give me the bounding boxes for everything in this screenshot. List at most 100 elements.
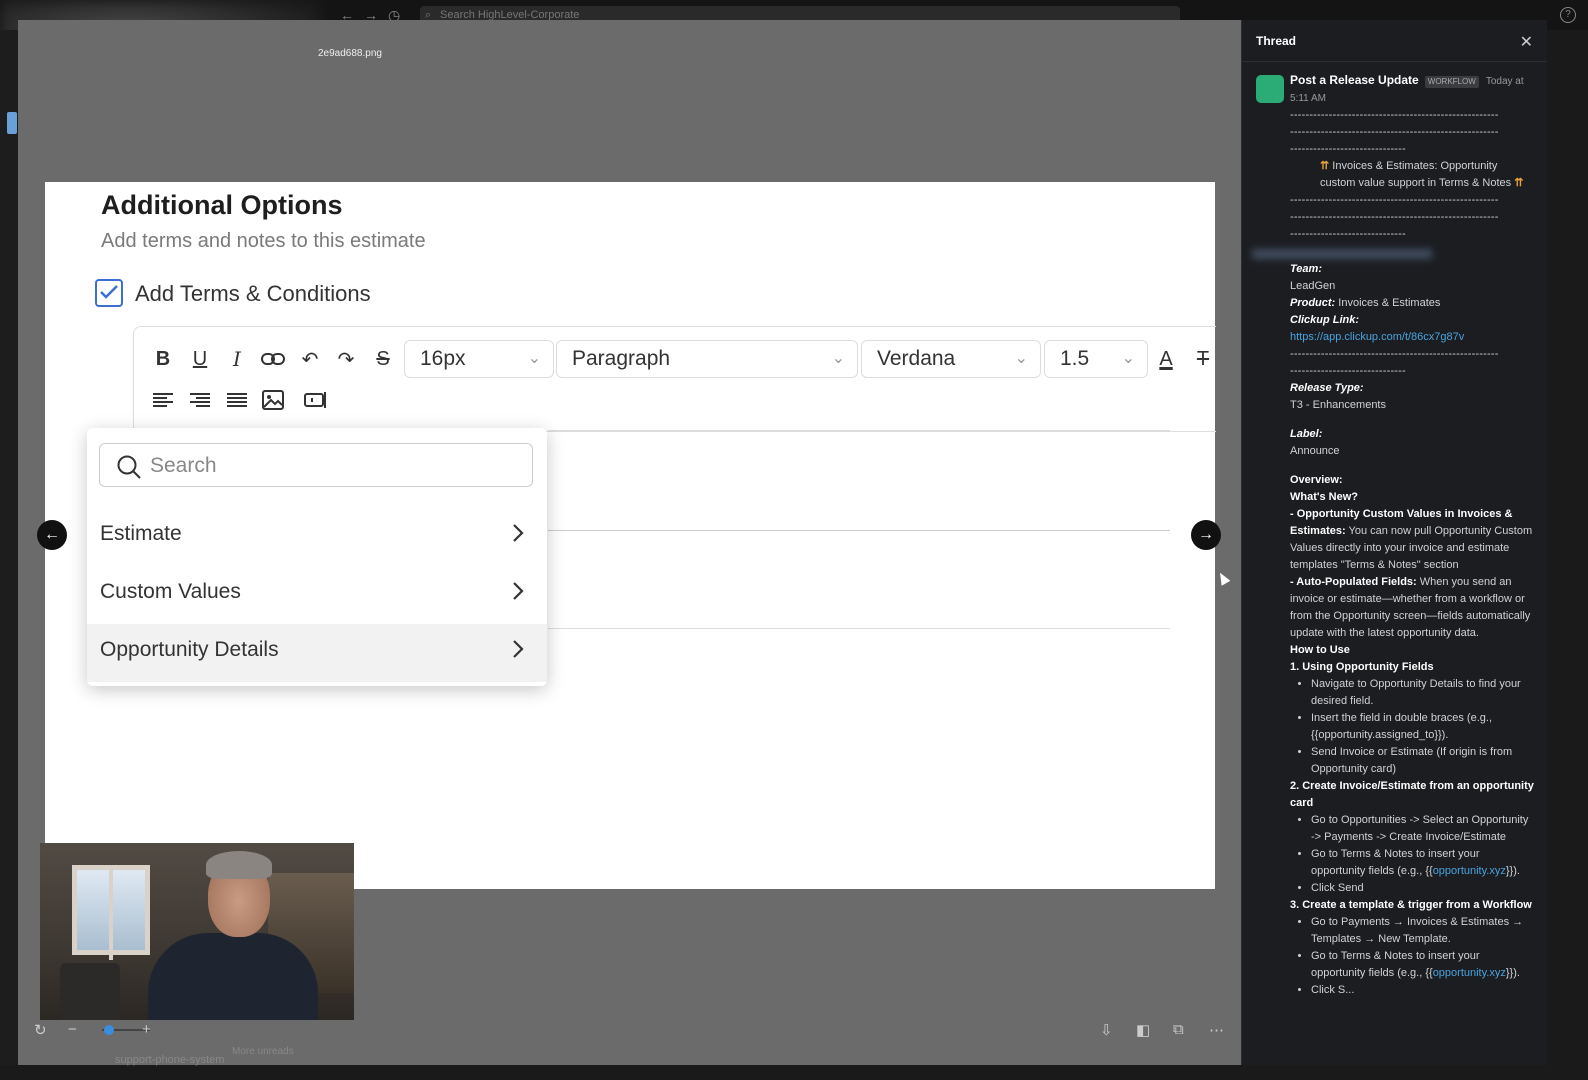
- team-value: LeadGen: [1290, 280, 1336, 292]
- side-panel-icon[interactable]: ◧: [1136, 1021, 1150, 1039]
- separator-line: ------------------------------: [1290, 365, 1406, 377]
- dropdown-item-custom-values[interactable]: Custom Values: [87, 566, 547, 624]
- message-sender[interactable]: Post a Release Update: [1290, 73, 1419, 87]
- help-icon[interactable]: ?: [1560, 7, 1576, 23]
- webcam-window: [72, 865, 150, 960]
- chevron-down-icon: ⌄: [1014, 350, 1028, 367]
- dropdown-item-opportunity-details[interactable]: Opportunity Details: [87, 624, 547, 682]
- text-color-icon[interactable]: A: [1151, 344, 1181, 374]
- redo-icon[interactable]: ↷: [331, 344, 361, 374]
- zoom-out-icon[interactable]: −: [68, 1021, 77, 1038]
- dropdown-search-placeholder: Search: [150, 454, 217, 477]
- font-family-select[interactable]: Verdana ⌄: [861, 340, 1041, 378]
- page-title: Additional Options: [101, 190, 343, 220]
- team-label: Team:: [1290, 263, 1322, 275]
- download-icon[interactable]: ⇩: [1100, 1021, 1113, 1039]
- webcam-overlay: [40, 843, 354, 1020]
- step1-list: Navigate to Opportunity Details to find …: [1290, 676, 1535, 778]
- separator-line: ------------------------------: [1290, 228, 1406, 240]
- underline-icon[interactable]: U: [185, 344, 215, 374]
- dropdown-search-input[interactable]: Search: [99, 443, 533, 487]
- thread-panel: Thread ✕ Post a Release Update WORKFLOW …: [1241, 20, 1547, 1065]
- strikethrough-icon[interactable]: S: [368, 344, 398, 374]
- editor-divider: [548, 430, 1170, 431]
- line-height-select[interactable]: 1.5 ⌄: [1044, 340, 1148, 378]
- release-type-value: T3 - Enhancements: [1290, 399, 1386, 411]
- block-type-value: Paragraph: [572, 347, 671, 370]
- dropdown-item-label: Estimate: [100, 522, 182, 545]
- custom-field-icon[interactable]: [301, 385, 331, 415]
- separator-line: ----------------------------------------…: [1290, 126, 1499, 138]
- webcam-person-hair: [206, 851, 272, 879]
- align-justify-icon[interactable]: [222, 385, 252, 415]
- image-icon[interactable]: [258, 385, 288, 415]
- workflow-badge: WORKFLOW: [1424, 76, 1479, 88]
- editor-divider: [548, 530, 1170, 531]
- how-to-use-heading: How to Use: [1290, 644, 1350, 656]
- list-item-suffix: }}).: [1505, 967, 1520, 979]
- open-new-window-icon[interactable]: ⧉: [1173, 1021, 1184, 1038]
- whats-new-heading: What's New?: [1290, 491, 1359, 503]
- overview-heading: Overview:: [1290, 474, 1343, 486]
- separator-line: ----------------------------------------…: [1290, 211, 1499, 223]
- viewer-controls: ↻ − + ⇩ ◧ ⧉ ⋯: [18, 1015, 1256, 1045]
- chevron-right-icon: [513, 524, 524, 542]
- italic-icon[interactable]: I: [222, 344, 252, 374]
- link-icon[interactable]: [258, 344, 288, 374]
- opportunity-link[interactable]: opportunity.xyz: [1433, 865, 1506, 877]
- file-name: 2e9ad688.png: [318, 48, 382, 59]
- dropdown-item-estimate[interactable]: Estimate: [87, 508, 547, 566]
- product-label: Product:: [1290, 297, 1336, 309]
- arrow-right-icon: →: [1198, 526, 1214, 543]
- block-type-select[interactable]: Paragraph ⌄: [556, 340, 858, 378]
- font-size-value: 16px: [420, 347, 466, 370]
- opportunity-link[interactable]: opportunity.xyz: [1433, 967, 1506, 979]
- bold-icon[interactable]: B: [148, 344, 178, 374]
- label-value: Announce: [1290, 445, 1340, 457]
- channel-name-behind: support-phone-system: [115, 1054, 225, 1066]
- list-item: Go to Payments → Invoices & Estimates → …: [1311, 914, 1535, 948]
- list-item-suffix: }}).: [1505, 865, 1520, 877]
- zoom-in-icon[interactable]: +: [142, 1021, 151, 1038]
- workspace-icon[interactable]: [7, 112, 17, 134]
- chevron-down-icon: ⌄: [527, 350, 541, 367]
- separator-line: ----------------------------------------…: [1290, 194, 1499, 206]
- rotate-icon[interactable]: ↻: [34, 1021, 47, 1039]
- page-subtitle: Add terms and notes to this estimate: [101, 230, 426, 252]
- close-icon[interactable]: ✕: [1520, 32, 1533, 52]
- clear-format-icon[interactable]: T: [1188, 344, 1218, 374]
- list-item: Go to Terms & Notes to insert your oppor…: [1311, 846, 1535, 880]
- check-icon: [100, 285, 118, 299]
- bot-avatar[interactable]: [1256, 75, 1284, 103]
- undo-icon[interactable]: ↶: [295, 344, 325, 374]
- chart-bars-icon: ⇈: [1514, 177, 1524, 189]
- terms-checkbox-label: Add Terms & Conditions: [135, 281, 371, 306]
- align-right-icon[interactable]: [185, 385, 215, 415]
- font-size-select[interactable]: 16px ⌄: [404, 340, 554, 378]
- sidebar-strip: [0, 30, 18, 1065]
- previous-image-button[interactable]: ←: [37, 520, 67, 550]
- align-left-icon[interactable]: [148, 385, 178, 415]
- webcam-chair: [60, 963, 120, 1020]
- clickup-link[interactable]: https://app.clickup.com/t/86cx7g87v: [1290, 331, 1464, 343]
- chevron-down-icon: ⌄: [1121, 350, 1135, 367]
- list-item: Go to Opportunities -> Select an Opportu…: [1311, 812, 1535, 846]
- thread-title: Thread: [1256, 34, 1297, 48]
- label-label: Label:: [1290, 428, 1323, 440]
- divider: [1242, 61, 1547, 62]
- release-headline: ⇈ Invoices & Estimates: Opportunity cust…: [1290, 158, 1535, 192]
- step3-title: 3. Create a template & trigger from a Wo…: [1290, 899, 1532, 911]
- terms-checkbox[interactable]: [95, 279, 123, 307]
- separator-line: ------------------------------: [1290, 143, 1406, 155]
- zoom-slider-handle[interactable]: [104, 1025, 114, 1035]
- next-image-button[interactable]: →: [1191, 520, 1221, 550]
- step2-title: 2. Create Invoice/Estimate from an oppor…: [1290, 780, 1534, 809]
- more-icon[interactable]: ⋯: [1209, 1021, 1224, 1039]
- webcam-person-body: [148, 933, 318, 1020]
- thread-message: Post a Release Update WORKFLOW Today at …: [1252, 72, 1535, 999]
- more-unreads-behind: More unreads: [232, 1046, 294, 1057]
- list-item: Insert the field in double braces (e.g.,…: [1311, 710, 1535, 744]
- arrow-left-icon: ←: [44, 526, 60, 543]
- step3-list: Go to Payments → Invoices & Estimates → …: [1290, 914, 1535, 999]
- list-item: Click S...: [1311, 982, 1535, 999]
